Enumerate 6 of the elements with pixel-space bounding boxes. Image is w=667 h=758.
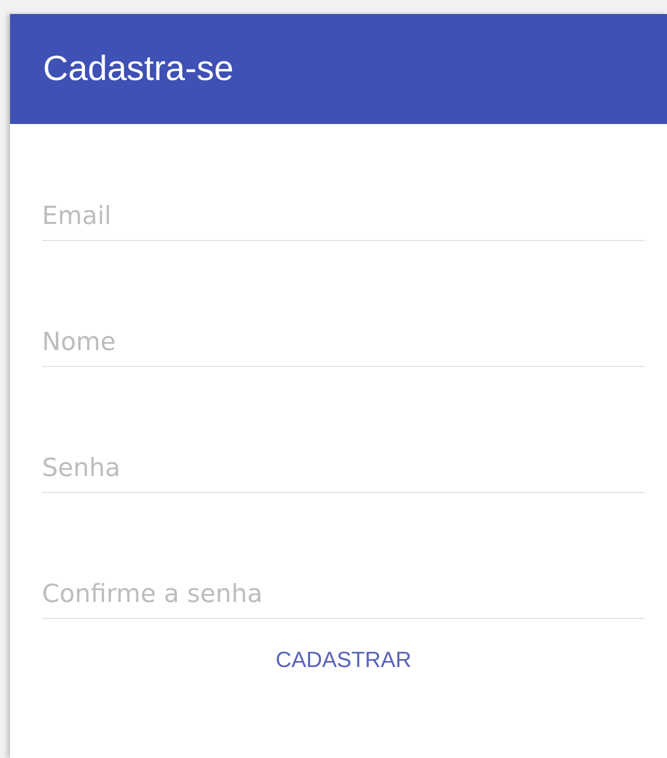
input-field[interactable]: Senha [42, 449, 645, 493]
submit-button[interactable]: CADASTRAR [264, 641, 424, 679]
page-title: Cadastra-se [43, 49, 234, 89]
input-field[interactable]: Confirme a senha [42, 575, 645, 619]
input-field[interactable]: Email [42, 197, 645, 241]
input-field[interactable]: Nome [42, 323, 645, 367]
